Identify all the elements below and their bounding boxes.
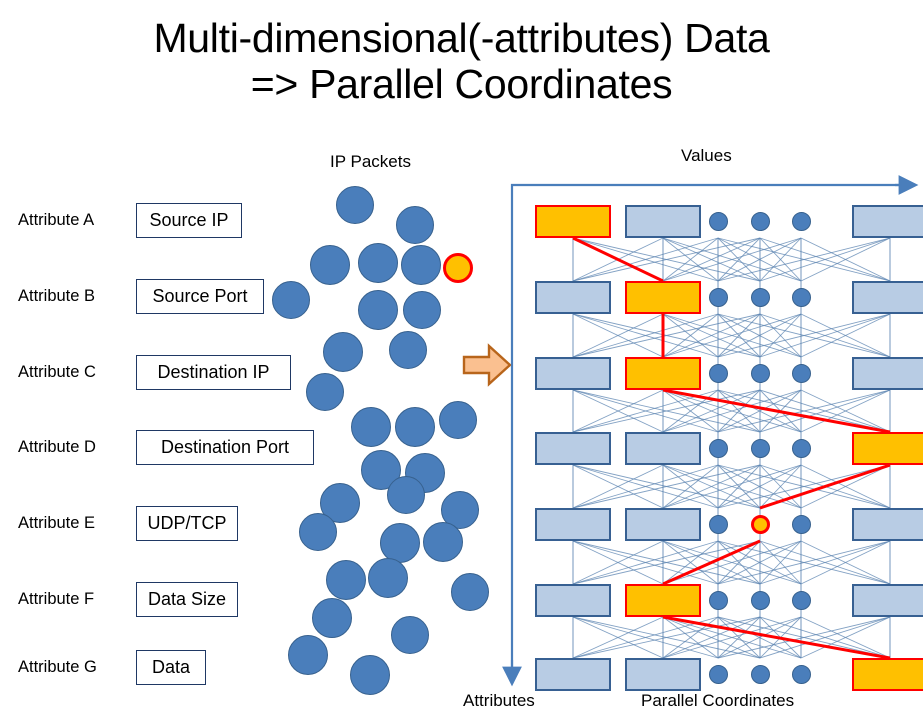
pc-value-box[interactable] — [535, 432, 611, 465]
pc-value-box-selected[interactable] — [852, 432, 923, 465]
pc-value-dot-selected[interactable] — [750, 515, 770, 534]
pc-value-dot[interactable] — [750, 364, 770, 383]
attribute-field-box[interactable]: Source IP — [136, 202, 242, 238]
attribute-label: Attribute E — [18, 513, 96, 532]
pc-value-box[interactable] — [852, 205, 923, 238]
packet-circle[interactable] — [288, 635, 328, 675]
page-title: Multi-dimensional(-attributes) Data => P… — [0, 15, 923, 108]
packet-circle[interactable] — [368, 558, 408, 598]
attribute-field-box[interactable]: Data — [136, 649, 206, 685]
pc-value-dot[interactable] — [750, 439, 770, 458]
parallel-coordinates-panel — [500, 170, 923, 700]
attribute-label: Attribute C — [18, 362, 96, 381]
pc-value-box[interactable] — [535, 357, 611, 390]
attribute-field-box[interactable]: Source Port — [136, 278, 264, 314]
pc-value-dot[interactable] — [750, 665, 770, 684]
pc-value-box[interactable] — [625, 508, 701, 541]
pc-value-dot[interactable] — [708, 665, 728, 684]
pc-value-dot[interactable] — [750, 212, 770, 231]
packet-circle[interactable] — [310, 245, 350, 285]
pc-value-dot[interactable] — [708, 439, 728, 458]
packet-circle[interactable] — [439, 401, 477, 439]
pc-value-dot[interactable] — [750, 288, 770, 307]
packet-circle[interactable] — [312, 598, 352, 638]
attribute-label: Attribute B — [18, 286, 96, 305]
pc-value-dot[interactable] — [708, 212, 728, 231]
packet-circle[interactable] — [351, 407, 391, 447]
packet-circle[interactable] — [380, 523, 420, 563]
pc-value-box-selected[interactable] — [625, 584, 701, 617]
attribute-field-box[interactable]: Data Size — [136, 581, 238, 617]
attribute-row-b: Attribute B Source Port — [18, 276, 264, 316]
packet-circle[interactable] — [326, 560, 366, 600]
packet-circle-highlighted[interactable] — [443, 253, 473, 283]
pc-value-dot[interactable] — [791, 364, 811, 383]
pc-value-dot[interactable] — [708, 591, 728, 610]
attribute-label: Attribute G — [18, 657, 97, 676]
pc-value-dot[interactable] — [791, 212, 811, 231]
packet-circle[interactable] — [350, 655, 390, 695]
packet-circle[interactable] — [299, 513, 337, 551]
attribute-label: Attribute F — [18, 589, 95, 608]
packet-circle[interactable] — [401, 245, 441, 285]
packet-circle[interactable] — [306, 373, 344, 411]
attribute-label: Attribute D — [18, 437, 96, 456]
attribute-row-a: Attribute A Source IP — [18, 200, 242, 240]
caption-values: Values — [681, 146, 732, 165]
pc-value-box-selected[interactable] — [625, 281, 701, 314]
pc-value-dot[interactable] — [708, 288, 728, 307]
pc-value-box[interactable] — [625, 658, 701, 691]
packet-circle[interactable] — [387, 476, 425, 514]
pc-value-dot[interactable] — [791, 288, 811, 307]
caption-ip-packets: IP Packets — [330, 152, 411, 171]
pc-value-dot[interactable] — [708, 364, 728, 383]
packet-circle[interactable] — [396, 206, 434, 244]
pc-value-box[interactable] — [852, 281, 923, 314]
packet-circle[interactable] — [336, 186, 374, 224]
pc-value-dot[interactable] — [750, 591, 770, 610]
title-line-2: => Parallel Coordinates — [250, 60, 673, 107]
packet-circle[interactable] — [389, 331, 427, 369]
pc-value-box[interactable] — [625, 432, 701, 465]
pc-value-dot[interactable] — [791, 439, 811, 458]
pc-value-dot[interactable] — [708, 515, 728, 534]
attribute-row-c: Attribute C Destination IP — [18, 352, 291, 392]
pc-value-box-selected[interactable] — [535, 205, 611, 238]
pc-value-dot[interactable] — [791, 515, 811, 534]
packet-circle[interactable] — [323, 332, 363, 372]
title-line-1: Multi-dimensional(-attributes) Data — [153, 15, 770, 61]
pc-value-dot[interactable] — [791, 665, 811, 684]
pc-value-box-selected[interactable] — [852, 658, 923, 691]
packet-circle[interactable] — [358, 290, 398, 330]
packet-circle[interactable] — [395, 407, 435, 447]
attribute-label: Attribute A — [18, 210, 95, 229]
packet-cloud — [270, 180, 495, 695]
packet-circle[interactable] — [451, 573, 489, 611]
packet-circle[interactable] — [272, 281, 310, 319]
pc-value-box[interactable] — [852, 357, 923, 390]
pc-value-box[interactable] — [535, 508, 611, 541]
pc-value-box[interactable] — [852, 584, 923, 617]
attribute-row-e: Attribute E UDP/TCP — [18, 503, 238, 543]
attribute-row-g: Attribute G Data — [18, 647, 206, 687]
pc-value-box-selected[interactable] — [625, 357, 701, 390]
packet-circle[interactable] — [423, 522, 463, 562]
pc-value-dot[interactable] — [791, 591, 811, 610]
packet-circle[interactable] — [403, 291, 441, 329]
pc-value-box[interactable] — [535, 281, 611, 314]
packet-circle[interactable] — [358, 243, 398, 283]
pc-value-box[interactable] — [535, 658, 611, 691]
pc-value-box[interactable] — [852, 508, 923, 541]
attribute-row-f: Attribute F Data Size — [18, 579, 238, 619]
pc-value-box[interactable] — [625, 205, 701, 238]
packet-circle[interactable] — [391, 616, 429, 654]
attribute-field-box[interactable]: Destination IP — [136, 354, 291, 390]
pc-value-box[interactable] — [535, 584, 611, 617]
attribute-field-box[interactable]: UDP/TCP — [136, 505, 238, 541]
